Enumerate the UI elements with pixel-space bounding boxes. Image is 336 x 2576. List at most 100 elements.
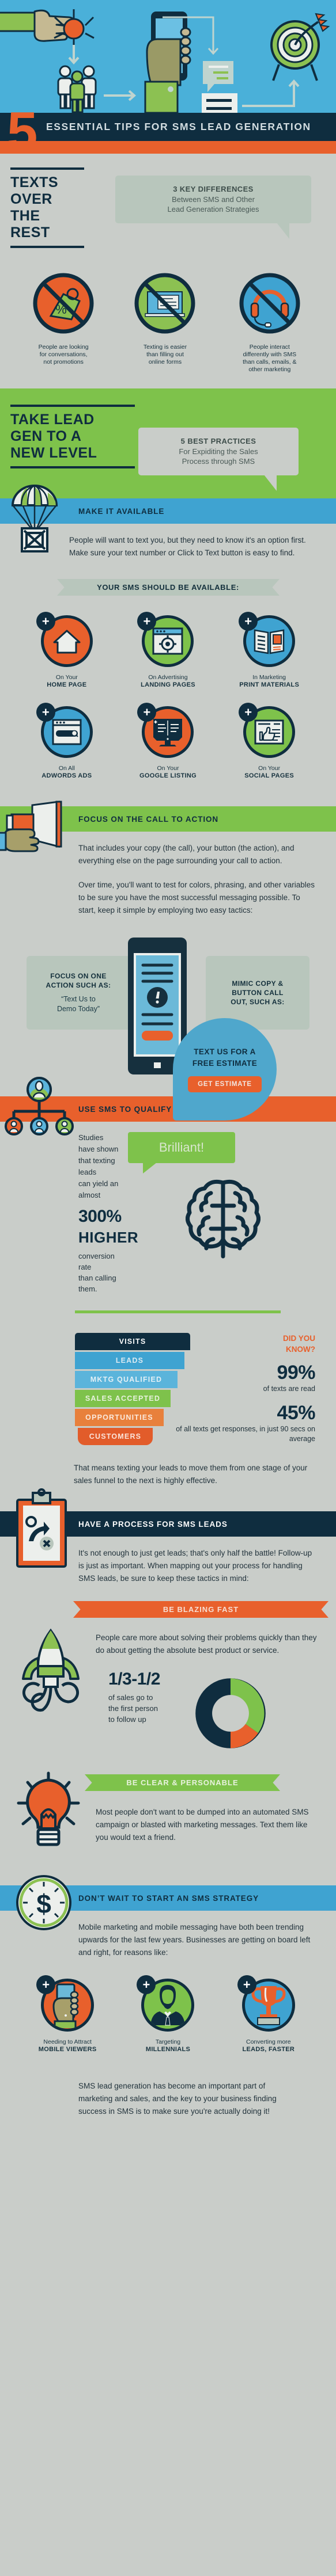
key-differences-bubble: 3 KEY DIFFERENCES Between SMS and Other … xyxy=(115,176,311,239)
tile-caption-bottom: PRINT MATERIALS xyxy=(239,681,300,688)
tactic-right-title: MIMIC COPY & BUTTON CALL OUT, SUCH AS: xyxy=(231,980,285,1006)
best-practices-bubble: 5 BEST PRACTICES For Expiditing the Sale… xyxy=(138,428,299,491)
sms-tile-1-caption: On Advertising LANDING PAGES xyxy=(130,674,205,689)
tip4-body-2: People care more about solving their pro… xyxy=(96,1633,317,1655)
sms-tile-1[interactable]: + On Advertising LANDING PAGES xyxy=(130,612,205,689)
tip4-body-3: Most people don't want to be dumped into… xyxy=(96,1808,309,1842)
tile-caption-bottom: SOCIAL PAGES xyxy=(244,772,294,779)
get-estimate-button[interactable]: GET ESTIMATE xyxy=(188,1076,262,1092)
heading-line-1: TAKE LEAD xyxy=(10,411,95,428)
tip-dont-wait: DON’T WAIT TO START AN SMS STRATEGY $ Mo… xyxy=(0,1875,336,2118)
tip-qualify-leads: USE SMS TO QUALIFY LEADS Studies have sh… xyxy=(0,1077,336,1511)
sms-tile-0[interactable]: + On Your HOME PAGE xyxy=(29,612,104,689)
did-you-know-panel: DID YOU KNOW? 99% of texts are read 45% … xyxy=(156,1333,319,1447)
infographic-page: ESSENTIAL TIPS FOR SMS LEAD GENERATION 5… xyxy=(0,0,336,2576)
tile-caption-top: On All xyxy=(58,765,75,772)
caption-line-2: for conversations, xyxy=(39,351,88,358)
funnel-stage-0-label: VISITS xyxy=(119,1337,146,1346)
heading-line-3: THE xyxy=(10,208,40,224)
people-group-icon xyxy=(57,65,97,113)
divider-bottom xyxy=(10,466,135,468)
tile-caption-top: On Your xyxy=(258,765,281,772)
bubble-title: 3 KEY DIFFERENCES xyxy=(173,185,254,193)
tactic-left-quote: “Text Us to Demo Today” xyxy=(56,995,100,1013)
cta-callout-bubble: TEXT US FOR A FREE ESTIMATE GET ESTIMATE xyxy=(173,1018,277,1121)
heading-line-1: TEXTS xyxy=(10,174,59,190)
plus-badge-icon: + xyxy=(36,703,55,722)
brain-icon xyxy=(185,1179,261,1259)
funnel-stage-5-label: CUSTOMERS xyxy=(89,1432,142,1441)
reason-tile-1[interactable]: + Targeting MILLENNIALS xyxy=(130,1975,206,2053)
sales-funnel-chart: VISITS LEADS MKTG QUALIFIED SALES ACCEPT… xyxy=(17,1333,190,1447)
fact-0-text: of texts are read xyxy=(263,1385,315,1393)
tactic-box-left: FOCUS ON ONE ACTION SUCH AS: “Text Us to… xyxy=(27,956,130,1030)
tile-caption-bottom: ADWORDS ADS xyxy=(41,772,92,779)
funnel-stage-5: CUSTOMERS xyxy=(78,1428,153,1445)
ribbon-blazing-fast: BE BLAZING FAST xyxy=(73,1601,329,1618)
plus-badge-icon: + xyxy=(237,1975,256,1994)
tip3-closing: That means texting your leads to move th… xyxy=(74,1464,308,1485)
ribbon-blazing-fast-label: BE BLAZING FAST xyxy=(81,1601,321,1618)
sms-tile-4[interactable]: + On Your GOOGLE LISTING xyxy=(130,703,205,780)
rocket-icon xyxy=(22,1628,80,1712)
page-title: ESSENTIAL TIPS FOR SMS LEAD GENERATION xyxy=(46,121,311,132)
reason-tile-2[interactable]: + Converting more LEADS, FASTER xyxy=(231,1975,307,2053)
fact-0-number: 99% xyxy=(277,1362,315,1384)
bubble-line-1: Between SMS and Other xyxy=(172,195,255,204)
fact-1-number: 45% xyxy=(277,1402,315,1424)
tile-caption-top: Targeting xyxy=(155,2038,181,2045)
tip-process-for-sms-leads: HAVE A PROCESS FOR SMS LEADS It's not en… xyxy=(0,1488,336,1885)
no-discount-tag-icon: % xyxy=(33,273,94,334)
tile-caption-top: On Advertising xyxy=(148,674,188,681)
plus-badge-icon: + xyxy=(36,612,55,631)
funnel-stage-2-label: MKTG QUALIFIED xyxy=(90,1375,163,1384)
heading-line-2: GEN TO A xyxy=(10,428,82,444)
tip-make-it-available: MAKE IT AVAILABLE People will want to te… xyxy=(0,485,336,806)
sms-tile-5[interactable]: + On Your SOCIAL PAGES xyxy=(232,703,307,780)
tip5-body: Mobile marketing and mobile messaging ha… xyxy=(78,1923,311,1957)
no-headset-icon xyxy=(239,273,300,334)
tile-caption-top: Needing to Attract xyxy=(43,2038,92,2045)
sms-tile-3-caption: On All ADWORDS ADS xyxy=(29,765,104,780)
stat-sub-1: conversion rate xyxy=(78,1252,115,1271)
tip1-body: People will want to text you, but they n… xyxy=(69,536,306,557)
divider-bottom xyxy=(10,246,84,248)
hero-art-svg xyxy=(0,0,336,113)
sms-tile-3[interactable]: + On All ADWORDS ADS xyxy=(29,703,104,780)
tip-focus-on-cta: FOCUS ON THE CALL TO ACTION That include… xyxy=(0,801,336,1121)
tile-caption-top: Converting more xyxy=(246,2038,291,2045)
caption-line-2: differently with SMS xyxy=(243,351,297,358)
ribbon-clear-personable: BE CLEAR & PERSONABLE xyxy=(85,1774,280,1791)
funnel-stage-4: OPPORTUNITIES xyxy=(75,1409,164,1426)
sms-tile-5-caption: On Your SOCIAL PAGES xyxy=(232,765,307,780)
bubble-title: 5 BEST PRACTICES xyxy=(180,437,256,445)
tip2-body-1: That includes your copy (the call), your… xyxy=(78,844,295,865)
section-texts-over-the-rest: TEXTS OVER THE REST 3 KEY DIFFERENCES Be… xyxy=(0,154,336,388)
section2-heading: TAKE LEAD GEN TO A NEW LEVEL xyxy=(10,407,135,466)
tile-caption-top: On Your xyxy=(157,765,179,772)
heading-line-3: NEW LEVEL xyxy=(10,445,97,461)
heading-line-2: OVER xyxy=(10,191,52,207)
bubble-line-2: Process through SMS xyxy=(182,457,255,466)
svg-text:$: $ xyxy=(36,1889,51,1919)
tip-count-number: 5 xyxy=(7,101,37,162)
tip4-body: It's not enough to just get leads; that'… xyxy=(78,1549,312,1583)
title-bar: ESSENTIAL TIPS FOR SMS LEAD GENERATION xyxy=(0,113,336,141)
bubble-line-1: For Expiditing the Sales xyxy=(179,447,258,456)
bubble-line-2: Lead Generation Strategies xyxy=(167,205,259,214)
sms-tile-2[interactable]: + In Marketing PRINT MATERIALS xyxy=(232,612,307,689)
tip2-body-2: Over time, you'll want to test for color… xyxy=(78,881,315,914)
reason-tile-0[interactable]: + Needing to Attract MOBILE VIEWERS xyxy=(29,1975,105,2053)
difference-card-0-caption: People are looking for conversations, no… xyxy=(20,344,107,366)
tip4-stat-fraction: 1/3-1/2 xyxy=(108,1670,160,1689)
lead-line-3: can yield an almost xyxy=(78,1179,119,1199)
difference-card-0: % People are looking for conversations, … xyxy=(20,271,107,366)
tip3-stat-sub: conversion rate than calling them. xyxy=(78,1251,119,1294)
orange-accent-bar xyxy=(0,141,336,154)
caption-line-1: People interact xyxy=(249,344,290,350)
reason-tile-1-caption: Targeting MILLENNIALS xyxy=(130,2038,206,2053)
tile-caption-bottom: LEADS, FASTER xyxy=(242,2046,295,2053)
sms-available-banner: YOUR SMS SHOULD BE AVAILABLE: xyxy=(56,579,280,596)
brilliant-speech-bubble: Brilliant! xyxy=(128,1132,235,1163)
tile-caption-top: In Marketing xyxy=(252,674,286,681)
